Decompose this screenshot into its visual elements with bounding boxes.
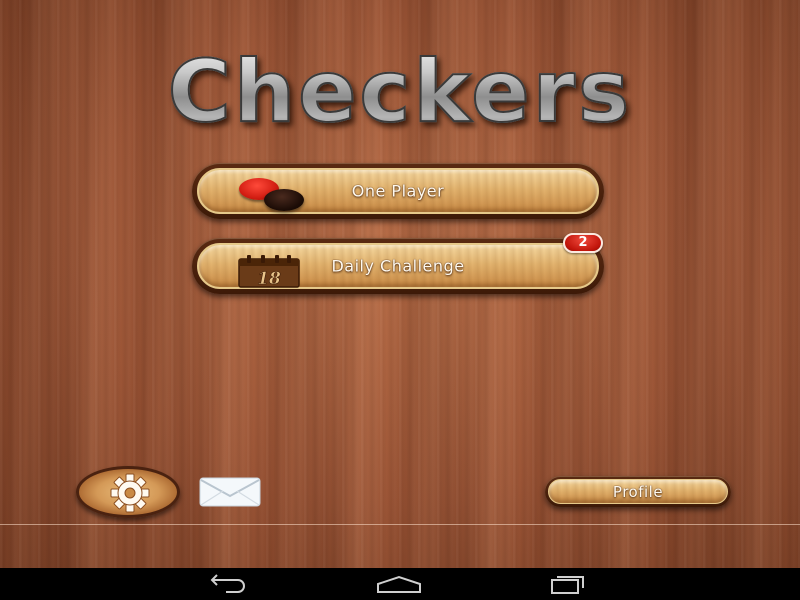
system-navigation-bar <box>0 568 800 600</box>
game-title: Checkers <box>0 41 800 143</box>
divider <box>0 524 800 525</box>
daily-challenge-label: Daily Challenge <box>331 256 465 276</box>
daily-challenge-button-face: 18 Daily Challenge <box>197 243 599 289</box>
one-player-label: One Player <box>351 181 445 201</box>
profile-button-face: Profile <box>548 479 728 504</box>
gear-icon <box>110 473 150 513</box>
daily-challenge-button[interactable]: 18 Daily Challenge <box>192 238 604 294</box>
back-button[interactable] <box>204 574 254 594</box>
profile-label: Profile <box>612 482 664 501</box>
home-button[interactable] <box>374 574 424 594</box>
back-icon <box>210 574 245 593</box>
main-menu-screen: Checkers One Player 18 Daily Challenge 2 <box>0 0 800 568</box>
one-player-button[interactable]: One Player <box>192 163 604 219</box>
profile-button[interactable]: Profile <box>545 476 731 507</box>
envelope-icon <box>199 477 261 507</box>
settings-button[interactable] <box>76 466 180 518</box>
home-icon <box>377 575 421 593</box>
recent-apps-button[interactable] <box>546 574 596 594</box>
one-player-button-face: One Player <box>197 168 599 214</box>
recent-apps-icon <box>551 576 584 594</box>
notification-badge: 2 <box>563 233 603 253</box>
mail-button[interactable] <box>199 477 261 507</box>
